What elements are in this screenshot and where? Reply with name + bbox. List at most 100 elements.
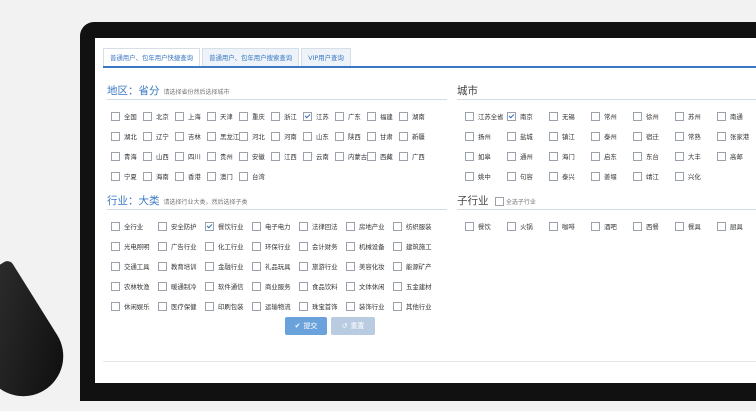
region-checkbox-item[interactable]: 海南 <box>143 172 169 181</box>
region-checkbox-item[interactable]: 四川 <box>175 152 201 161</box>
city-checkbox[interactable] <box>675 172 684 181</box>
industry-checkbox-item[interactable]: 全行业 <box>111 222 143 231</box>
industry-checkbox[interactable] <box>111 282 120 291</box>
industry-checkbox[interactable] <box>299 302 308 311</box>
industry-checkbox-item[interactable]: 旅游行业 <box>299 262 338 271</box>
industry-checkbox[interactable] <box>205 262 214 271</box>
region-checkbox[interactable] <box>207 132 216 141</box>
industry-checkbox-item[interactable]: 房地产业 <box>346 222 385 231</box>
region-checkbox-item[interactable]: 宁夏 <box>111 172 137 181</box>
city-checkbox[interactable] <box>591 152 600 161</box>
industry-checkbox[interactable] <box>111 242 120 251</box>
industry-checkbox[interactable] <box>299 242 308 251</box>
region-checkbox[interactable] <box>399 112 408 121</box>
industry-checkbox[interactable] <box>346 222 355 231</box>
industry-checkbox[interactable] <box>252 302 261 311</box>
region-checkbox[interactable] <box>175 152 184 161</box>
region-checkbox-item[interactable]: 上海 <box>175 112 201 121</box>
region-checkbox[interactable] <box>143 152 152 161</box>
region-checkbox-item[interactable]: 山西 <box>143 152 169 161</box>
city-checkbox-item[interactable]: 靖江 <box>633 172 659 181</box>
region-checkbox[interactable] <box>111 172 120 181</box>
city-checkbox[interactable] <box>675 152 684 161</box>
subindustry-checkbox[interactable] <box>465 222 474 231</box>
select-all-subindustry-checkbox[interactable] <box>494 196 504 206</box>
industry-checkbox-item[interactable]: 美容化妆 <box>346 262 385 271</box>
city-checkbox-item[interactable]: 高邮 <box>717 152 743 161</box>
industry-checkbox-item[interactable]: 光电照明 <box>111 242 150 251</box>
city-checkbox-item[interactable]: 如皋 <box>465 152 491 161</box>
city-checkbox-item[interactable]: 大丰 <box>675 152 701 161</box>
industry-checkbox-item[interactable]: 能源矿产 <box>393 262 432 271</box>
region-checkbox-item[interactable]: 青海 <box>111 152 137 161</box>
region-checkbox-item[interactable]: 澳门 <box>207 172 233 181</box>
region-checkbox[interactable] <box>303 132 312 141</box>
subindustry-checkbox[interactable] <box>717 222 726 231</box>
region-checkbox-item[interactable]: 湖北 <box>111 132 137 141</box>
industry-checkbox-item[interactable]: 化工行业 <box>205 242 244 251</box>
city-checkbox-item[interactable]: 启东 <box>591 152 617 161</box>
city-checkbox[interactable] <box>591 132 600 141</box>
city-checkbox[interactable] <box>591 172 600 181</box>
industry-checkbox[interactable] <box>158 302 167 311</box>
region-checkbox-item[interactable]: 陕西 <box>335 132 361 141</box>
industry-checkbox[interactable] <box>393 222 402 231</box>
city-checkbox[interactable] <box>633 112 642 121</box>
industry-checkbox-item[interactable]: 五金建材 <box>393 282 432 291</box>
industry-checkbox-item[interactable]: 医疗保健 <box>158 302 197 311</box>
city-checkbox-item[interactable]: 常州 <box>591 112 617 121</box>
subindustry-checkbox-item[interactable]: 火锅 <box>507 222 533 231</box>
subindustry-checkbox-item[interactable]: 餐饮 <box>465 222 491 231</box>
industry-checkbox[interactable] <box>111 262 120 271</box>
industry-checkbox[interactable] <box>346 282 355 291</box>
region-checkbox-item[interactable]: 江西 <box>271 152 297 161</box>
city-checkbox[interactable] <box>549 132 558 141</box>
region-checkbox[interactable] <box>143 112 152 121</box>
city-checkbox[interactable] <box>717 112 726 121</box>
city-checkbox[interactable] <box>633 152 642 161</box>
industry-checkbox-item[interactable]: 软件通信 <box>205 282 244 291</box>
industry-checkbox[interactable] <box>252 222 261 231</box>
region-checkbox[interactable] <box>239 112 248 121</box>
industry-checkbox-item[interactable]: 暖通制冷 <box>158 282 197 291</box>
region-checkbox-item[interactable]: 全国 <box>111 112 137 121</box>
subindustry-checkbox[interactable] <box>633 222 642 231</box>
industry-checkbox-item[interactable]: 休闲娱乐 <box>111 302 150 311</box>
industry-checkbox-item[interactable]: 商业服务 <box>252 282 291 291</box>
region-checkbox[interactable] <box>239 172 248 181</box>
region-checkbox[interactable] <box>111 152 120 161</box>
region-checkbox-item[interactable]: 吉林 <box>175 132 201 141</box>
city-checkbox-item[interactable]: 南京 <box>507 112 533 121</box>
industry-checkbox[interactable] <box>205 222 214 231</box>
industry-checkbox-item[interactable]: 环保行业 <box>252 242 291 251</box>
industry-checkbox[interactable] <box>299 222 308 231</box>
industry-checkbox-item[interactable]: 会计财务 <box>299 242 338 251</box>
industry-checkbox-item[interactable]: 交通工具 <box>111 262 150 271</box>
city-checkbox-item[interactable]: 常熟 <box>675 132 701 141</box>
city-checkbox-item[interactable]: 江苏全省 <box>465 112 504 121</box>
industry-checkbox[interactable] <box>252 262 261 271</box>
subindustry-checkbox-item[interactable]: 厨具 <box>717 222 743 231</box>
industry-checkbox[interactable] <box>111 302 120 311</box>
region-checkbox[interactable] <box>367 112 376 121</box>
city-checkbox-item[interactable]: 盐城 <box>507 132 533 141</box>
industry-checkbox-item[interactable]: 运输物流 <box>252 302 291 311</box>
industry-checkbox[interactable] <box>393 242 402 251</box>
city-checkbox-item[interactable]: 姚中 <box>465 172 491 181</box>
industry-checkbox-item[interactable]: 礼品玩具 <box>252 262 291 271</box>
region-checkbox[interactable] <box>143 132 152 141</box>
city-checkbox-item[interactable]: 泰兴 <box>549 172 575 181</box>
region-checkbox[interactable] <box>399 132 408 141</box>
region-checkbox-item[interactable]: 黑龙江 <box>207 132 239 141</box>
region-checkbox-item[interactable]: 云南 <box>303 152 329 161</box>
region-checkbox-item[interactable]: 广东 <box>335 112 361 121</box>
city-checkbox[interactable] <box>507 152 516 161</box>
tab-quick-query[interactable]: 普通用户、包年用户快捷查询 <box>103 48 201 67</box>
region-checkbox-item[interactable]: 广西 <box>399 152 425 161</box>
city-checkbox-item[interactable]: 张家港 <box>717 132 749 141</box>
city-checkbox-item[interactable]: 无锡 <box>549 112 575 121</box>
industry-checkbox-item[interactable]: 文体休闲 <box>346 282 385 291</box>
industry-checkbox[interactable] <box>346 302 355 311</box>
industry-checkbox[interactable] <box>252 282 261 291</box>
city-checkbox-item[interactable]: 苏州 <box>675 112 701 121</box>
